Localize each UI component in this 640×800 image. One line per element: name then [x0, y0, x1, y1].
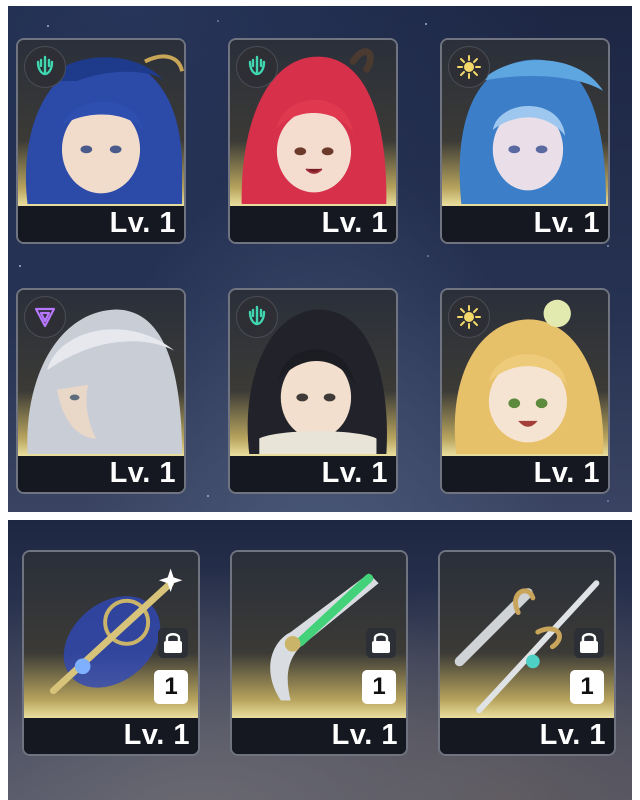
character-card[interactable]: Lv. 1: [228, 38, 398, 244]
element-badge: [236, 296, 278, 338]
character-card[interactable]: Lv. 1: [440, 38, 610, 244]
wind-element-icon: [248, 55, 266, 76]
wind-element-icon: [36, 55, 54, 76]
light-element-icon: [457, 55, 481, 79]
element-badge: [448, 296, 490, 338]
element-badge: [24, 296, 66, 338]
character-panel: Lv. 1 Lv. 1 Lv. 1 Lv. 1 Lv. 1 Lv. 1: [8, 6, 632, 512]
level-bar: Lv. 1: [440, 716, 614, 754]
weapon-card[interactable]: 1 Lv. 1: [438, 550, 616, 756]
level-label: Lv. 1: [109, 207, 176, 239]
lock-icon[interactable]: [366, 628, 396, 658]
void-element-icon: [34, 307, 56, 328]
level-bar: Lv. 1: [230, 204, 396, 242]
wind-element-icon: [248, 305, 266, 326]
level-label: Lv. 1: [321, 207, 388, 239]
lock-icon[interactable]: [158, 628, 188, 658]
character-card[interactable]: Lv. 1: [228, 288, 398, 494]
level-label: Lv. 1: [533, 457, 600, 489]
refinement-rank-badge: 1: [154, 670, 188, 704]
level-bar: Lv. 1: [230, 454, 396, 492]
level-bar: Lv. 1: [442, 454, 608, 492]
element-badge: [448, 46, 490, 88]
level-label: Lv. 1: [331, 719, 398, 751]
level-bar: Lv. 1: [442, 204, 608, 242]
level-bar: Lv. 1: [18, 204, 184, 242]
weapon-card[interactable]: 1 Lv. 1: [22, 550, 200, 756]
weapon-panel: 1 Lv. 1 1 Lv. 1 1 Lv. 1: [8, 520, 632, 800]
lock-icon[interactable]: [574, 628, 604, 658]
weapon-card[interactable]: 1 Lv. 1: [230, 550, 408, 756]
level-label: Lv. 1: [321, 457, 388, 489]
character-card[interactable]: Lv. 1: [440, 288, 610, 494]
element-badge: [24, 46, 66, 88]
element-badge: [236, 46, 278, 88]
level-label: Lv. 1: [539, 719, 606, 751]
level-bar: Lv. 1: [24, 716, 198, 754]
refinement-rank-badge: 1: [570, 670, 604, 704]
level-bar: Lv. 1: [232, 716, 406, 754]
level-label: Lv. 1: [533, 207, 600, 239]
character-card[interactable]: Lv. 1: [16, 288, 186, 494]
light-element-icon: [457, 305, 481, 329]
level-bar: Lv. 1: [18, 454, 184, 492]
character-card[interactable]: Lv. 1: [16, 38, 186, 244]
level-label: Lv. 1: [123, 719, 190, 751]
level-label: Lv. 1: [109, 457, 176, 489]
refinement-rank-badge: 1: [362, 670, 396, 704]
